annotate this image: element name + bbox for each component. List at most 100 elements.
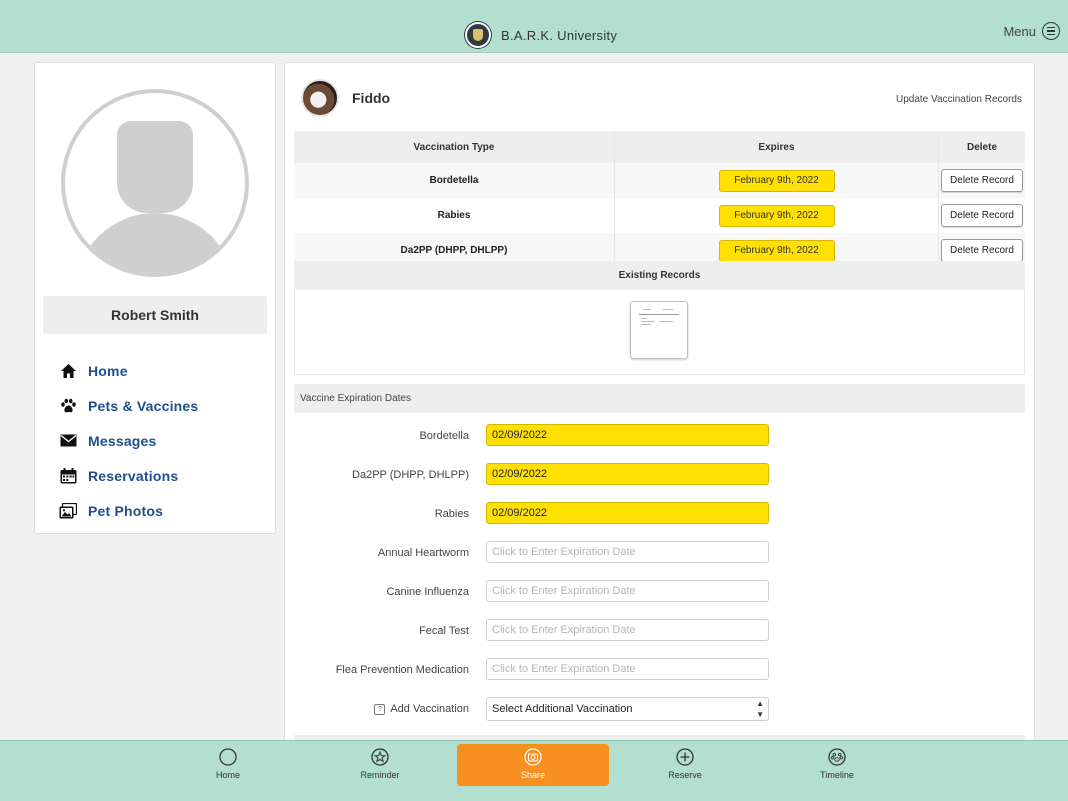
sidebar-item-label: Reservations	[88, 467, 179, 484]
paw-circle-icon	[828, 748, 846, 766]
existing-records-header: Existing Records	[294, 261, 1025, 290]
star-icon	[371, 748, 389, 766]
field-label: Rabies	[434, 508, 469, 520]
form-row-canine-influenza: Canine Influenza	[294, 580, 1025, 604]
flea-prevention-date-input[interactable]	[486, 658, 769, 680]
sidebar-item-pets-vaccines[interactable]: Pets & Vaccines	[59, 388, 198, 423]
calendar-icon	[59, 467, 77, 485]
pet-name: Fiddo	[352, 90, 391, 106]
table-row: Rabies February 9th, 2022 Delete Record	[294, 198, 1025, 233]
sidebar-nav: Home Pets & Vaccines Messages Reservatio…	[59, 353, 198, 528]
vaccination-table: Vaccination Type Expires Delete Bordetel…	[294, 131, 1025, 268]
profile-card: Robert Smith Home Pets & Vaccines Messag…	[34, 62, 276, 534]
rabies-date-input[interactable]	[486, 502, 769, 524]
tab-share[interactable]: Share	[457, 744, 609, 786]
menu-label: Menu	[1003, 23, 1036, 39]
annual-heartworm-date-input[interactable]	[486, 541, 769, 563]
tab-label: Reminder	[360, 770, 400, 780]
pet-header: Fiddo	[301, 79, 390, 117]
record-document-thumbnail[interactable]	[630, 301, 688, 359]
sidebar-item-label: Pets & Vaccines	[88, 397, 199, 414]
sidebar-item-pet-photos[interactable]: Pet Photos	[59, 493, 198, 528]
photos-icon	[59, 502, 77, 520]
expires-cell: February 9th, 2022	[614, 198, 939, 233]
tab-reminder[interactable]: Reminder	[304, 741, 456, 789]
avatar	[61, 89, 249, 277]
tab-label: Timeline	[820, 770, 854, 780]
form-row-bordetella: Bordetella	[294, 424, 1025, 448]
tab-reserve[interactable]: Reserve	[609, 741, 761, 789]
additional-vaccination-select[interactable]: Select Additional Vaccination ▲ ▼	[486, 697, 769, 721]
university-seal-icon	[465, 22, 491, 48]
bottom-tab-bar: Home Reminder Share Reserve Timeline	[0, 740, 1068, 801]
expiration-date-badge: February 9th, 2022	[718, 239, 835, 262]
tab-label: Home	[215, 770, 240, 780]
tab-label: Reserve	[668, 770, 702, 780]
add-vaccination-label: Add Vaccination	[390, 703, 469, 715]
paw-icon	[59, 397, 77, 415]
table-row: Bordetella February 9th, 2022 Delete Rec…	[294, 163, 1025, 198]
tab-timeline[interactable]: Timeline	[761, 741, 913, 789]
form-row-annual-heartworm: Annual Heartworm	[294, 541, 1025, 565]
house-icon	[59, 362, 77, 380]
fecal-test-date-input[interactable]	[486, 619, 769, 641]
help-icon[interactable]: ?	[374, 704, 386, 715]
vaccination-type-cell: Bordetella	[294, 163, 615, 198]
sidebar-item-label: Pet Photos	[88, 502, 164, 519]
brand[interactable]: B.A.R.K. University	[465, 22, 617, 48]
user-name: Robert Smith	[43, 296, 267, 334]
tab-home[interactable]: Home	[152, 741, 304, 789]
delete-record-button[interactable]: Delete Record	[941, 204, 1023, 227]
expiration-date-badge: February 9th, 2022	[718, 169, 835, 192]
field-label: Da2PP (DHPP, DHLPP)	[352, 469, 469, 481]
avatar-shoulders	[75, 213, 235, 273]
delete-cell: Delete Record	[939, 198, 1026, 233]
canine-influenza-date-input[interactable]	[486, 580, 769, 602]
expiration-date-badge: February 9th, 2022	[718, 204, 835, 227]
sidebar-item-home[interactable]: Home	[59, 353, 198, 388]
vaccination-type-cell: Rabies	[294, 198, 615, 233]
brand-name: B.A.R.K. University	[501, 27, 618, 43]
menu-button[interactable]: Menu	[1003, 22, 1060, 40]
form-row-flea-prevention: Flea Prevention Medication	[294, 658, 1025, 682]
existing-records-panel	[294, 290, 1025, 375]
top-header: B.A.R.K. University Menu	[0, 0, 1068, 53]
add-vaccination-label-wrap: ? Add Vaccination	[374, 697, 469, 721]
envelope-icon	[59, 432, 77, 450]
select-value: Select Additional Vaccination	[492, 703, 633, 715]
hamburger-icon	[1042, 22, 1060, 40]
form-row-da2pp: Da2PP (DHPP, DHLPP)	[294, 463, 1025, 487]
expires-cell: February 9th, 2022	[614, 163, 939, 198]
column-header-expires: Expires	[614, 131, 939, 163]
field-label: Bordetella	[419, 430, 469, 442]
circle-icon	[219, 748, 237, 766]
field-label: Annual Heartworm	[377, 547, 469, 559]
select-arrows-icon: ▲ ▼	[756, 699, 764, 719]
field-label: Canine Influenza	[386, 586, 469, 598]
form-row-rabies: Rabies	[294, 502, 1025, 526]
field-label: Flea Prevention Medication	[335, 664, 469, 676]
form-row-fecal-test: Fecal Test	[294, 619, 1025, 643]
da2pp-date-input[interactable]	[486, 463, 769, 485]
pet-avatar[interactable]	[301, 79, 339, 117]
sidebar-item-messages[interactable]: Messages	[59, 423, 198, 458]
delete-cell: Delete Record	[938, 163, 1025, 198]
delete-record-button[interactable]: Delete Record	[941, 169, 1023, 192]
sidebar-item-label: Messages	[88, 432, 157, 449]
form-row-add-vaccination: ? Add Vaccination Select Additional Vacci…	[294, 697, 1025, 721]
update-vaccination-records-link[interactable]: Update Vaccination Records	[896, 94, 1022, 105]
column-header-vaccination-type: Vaccination Type	[294, 131, 615, 163]
delete-record-button[interactable]: Delete Record	[941, 239, 1023, 262]
field-label: Fecal Test	[419, 625, 469, 637]
pet-vaccination-card: Fiddo Update Vaccination Records Vaccina…	[284, 62, 1035, 754]
bordetella-date-input[interactable]	[486, 424, 769, 446]
tab-label: Share	[520, 770, 546, 780]
table-header-row: Vaccination Type Expires Delete	[294, 131, 1025, 163]
plus-circle-icon	[676, 748, 694, 766]
vaccine-expiration-section-header: Vaccine Expiration Dates	[294, 384, 1025, 413]
sidebar-item-label: Home	[88, 362, 128, 379]
avatar-head	[117, 121, 193, 213]
sidebar-item-reservations[interactable]: Reservations	[59, 458, 198, 493]
camera-icon	[524, 748, 542, 766]
column-header-delete: Delete	[938, 131, 1025, 163]
